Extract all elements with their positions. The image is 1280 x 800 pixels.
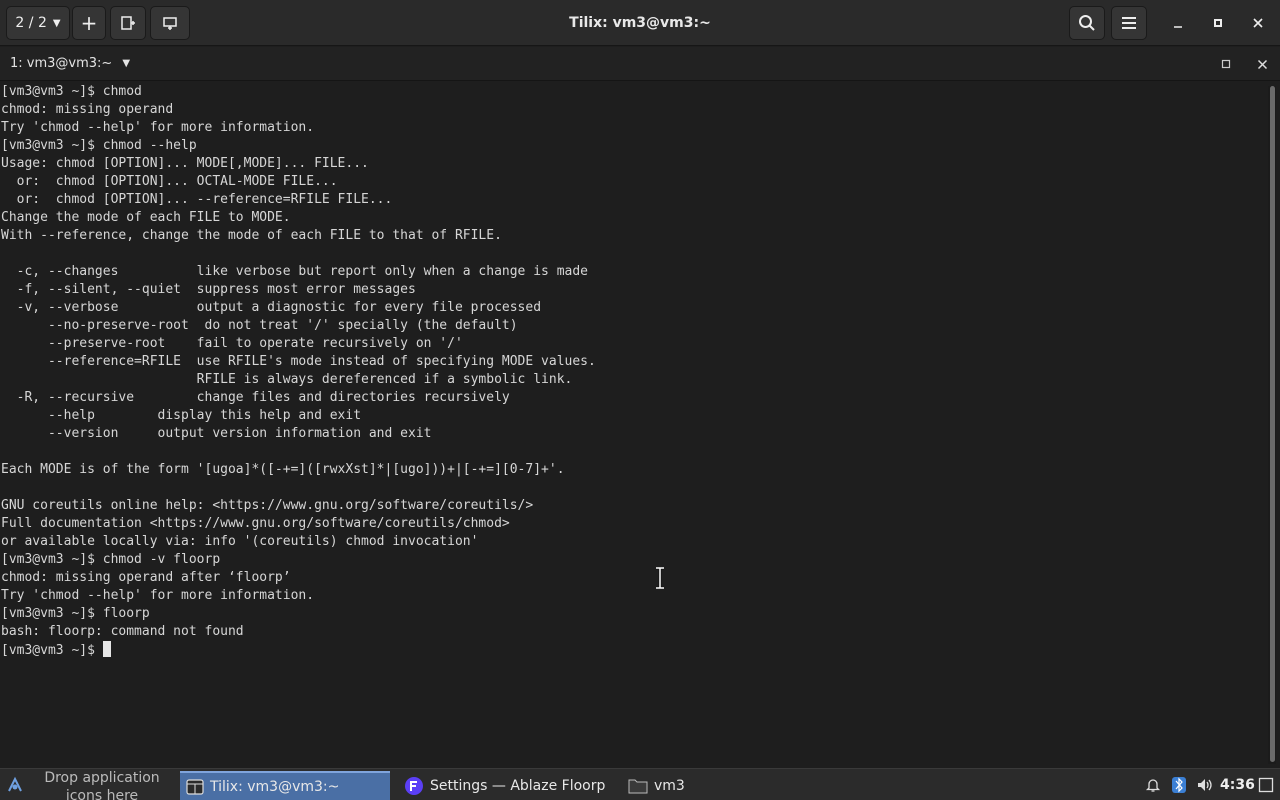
close-icon	[1253, 18, 1263, 28]
show-desktop-icon	[1258, 777, 1274, 793]
terminal-line: [vm3@vm3 ~]$ chmod --help	[1, 138, 197, 153]
close-icon	[1257, 59, 1267, 69]
terminal-line: --no-preserve-root do not treat '/' spec…	[1, 318, 518, 333]
close-window-button[interactable]	[1240, 6, 1276, 40]
start-menu-icon	[8, 776, 22, 792]
terminal-line: With --reference, change the mode of eac…	[1, 228, 502, 243]
session-switcher-button[interactable]: 2 / 2 ▼	[6, 6, 70, 40]
task-label: Tilix: vm3@vm3:~	[210, 779, 340, 795]
floorp-icon	[405, 777, 423, 795]
split-terminal-icon	[121, 16, 135, 30]
task-label: vm3	[654, 778, 685, 794]
session-counter: 2 / 2	[15, 15, 47, 31]
main-menu-button[interactable]	[1111, 6, 1147, 40]
launcher-drop-zone: Drop application icons here	[44, 770, 160, 800]
find-button[interactable]	[1069, 6, 1105, 40]
chevron-down-icon: ▼	[122, 58, 131, 69]
search-icon	[1079, 15, 1095, 31]
terminal-prompt-line[interactable]: [vm3@vm3 ~]$	[1, 641, 596, 659]
folder-icon	[628, 779, 648, 794]
task-tilix[interactable]: Tilix: vm3@vm3:~	[180, 771, 390, 800]
bluetooth-icon	[1172, 777, 1186, 793]
terminal-header: 1: vm3@vm3:~ ▼	[0, 47, 1280, 81]
close-terminal-button[interactable]	[1252, 54, 1272, 74]
maximize-terminal-button[interactable]	[1216, 54, 1236, 74]
terminal-view[interactable]: [vm3@vm3 ~]$ chmod chmod: missing operand…	[0, 82, 1266, 768]
terminal-line: or: chmod [OPTION]... --reference=RFILE …	[1, 192, 393, 207]
terminal-line: [vm3@vm3 ~]$ chmod -v floorp	[1, 552, 221, 567]
tilix-icon	[186, 779, 204, 795]
terminal-line: -v, --verbose output a diagnostic for ev…	[1, 300, 542, 315]
terminal-line: Try 'chmod --help' for more information.	[1, 120, 315, 135]
terminal-line: -R, --recursive change files and directo…	[1, 390, 510, 405]
terminal-line: or available locally via: info '(coreuti…	[1, 534, 479, 549]
split-down-icon	[163, 17, 177, 30]
minimize-icon	[1174, 26, 1182, 28]
minimize-button[interactable]	[1160, 6, 1196, 40]
terminal-line: Usage: chmod [OPTION]... MODE[,MODE]... …	[1, 156, 369, 171]
terminal-line: -c, --changes like verbose but report on…	[1, 264, 588, 279]
chevron-down-icon: ▼	[52, 17, 61, 29]
terminal-line: --version output version information and…	[1, 426, 432, 441]
terminal-line: --help display this help and exit	[1, 408, 362, 423]
speaker-icon	[1198, 779, 1212, 791]
show-desktop-button[interactable]	[1256, 769, 1276, 800]
maximize-button[interactable]	[1200, 6, 1236, 40]
plus-icon: +	[80, 11, 98, 35]
maximize-icon	[1221, 59, 1231, 69]
terminal-line: --reference=RFILE use RFILE's mode inste…	[1, 354, 596, 369]
window-titlebar: 2 / 2 ▼ + Tilix: vm3@vm3:~	[0, 0, 1280, 46]
terminal-title: 1: vm3@vm3:~	[10, 56, 113, 71]
hamburger-menu-icon	[1122, 17, 1136, 29]
terminal-line: GNU coreutils online help: <https://www.…	[1, 498, 534, 513]
terminal-line: chmod: missing operand	[1, 102, 174, 117]
text-cursor-icon	[656, 567, 664, 589]
bluetooth-button[interactable]	[1168, 769, 1190, 800]
terminal-line: chmod: missing operand after ‘floorp’	[1, 570, 291, 585]
terminal-output: [vm3@vm3 ~]$ chmod chmod: missing operand…	[1, 83, 596, 659]
terminal-line: or: chmod [OPTION]... OCTAL-MODE FILE...	[1, 174, 338, 189]
terminal-line: bash: floorp: command not found	[1, 624, 244, 639]
split-right-button[interactable]	[110, 6, 146, 40]
terminal-line: Try 'chmod --help' for more information.	[1, 588, 315, 603]
application-menu-button[interactable]	[0, 769, 30, 800]
terminal-line: [vm3@vm3 ~]$ floorp	[1, 606, 150, 621]
add-session-button[interactable]: +	[72, 6, 106, 40]
clock[interactable]: 4:36	[1220, 769, 1255, 800]
maximize-icon	[1214, 19, 1222, 27]
terminal-line: Each MODE is of the form '[ugoa]*([-+=](…	[1, 462, 565, 477]
terminal-title-menu[interactable]: 1: vm3@vm3:~ ▼	[10, 47, 130, 81]
split-down-button[interactable]	[150, 6, 190, 40]
task-file-manager[interactable]: vm3	[622, 771, 802, 800]
terminal-line: Change the mode of each FILE to MODE.	[1, 210, 291, 225]
task-label: Settings — Ablaze Floorp	[430, 778, 606, 794]
terminal-scrollbar[interactable]	[1268, 86, 1276, 764]
terminal-cursor	[102, 641, 111, 657]
terminal-line: Full documentation <https://www.gnu.org/…	[1, 516, 510, 531]
terminal-line: [vm3@vm3 ~]$ chmod	[1, 84, 142, 99]
terminal-line: --preserve-root fail to operate recursiv…	[1, 336, 463, 351]
shell-prompt: [vm3@vm3 ~]$	[1, 643, 95, 658]
terminal-line: -f, --silent, --quiet suppress most erro…	[1, 282, 416, 297]
scrollbar-thumb[interactable]	[1270, 86, 1275, 762]
taskbar: Drop application icons here Tilix: vm3@v…	[0, 768, 1280, 800]
notifications-button[interactable]	[1142, 769, 1164, 800]
terminal-line: RFILE is always dereferenced if a symbol…	[1, 372, 573, 387]
task-floorp-settings[interactable]: Settings — Ablaze Floorp	[398, 771, 618, 800]
volume-button[interactable]	[1194, 769, 1216, 800]
bell-icon	[1145, 779, 1161, 792]
